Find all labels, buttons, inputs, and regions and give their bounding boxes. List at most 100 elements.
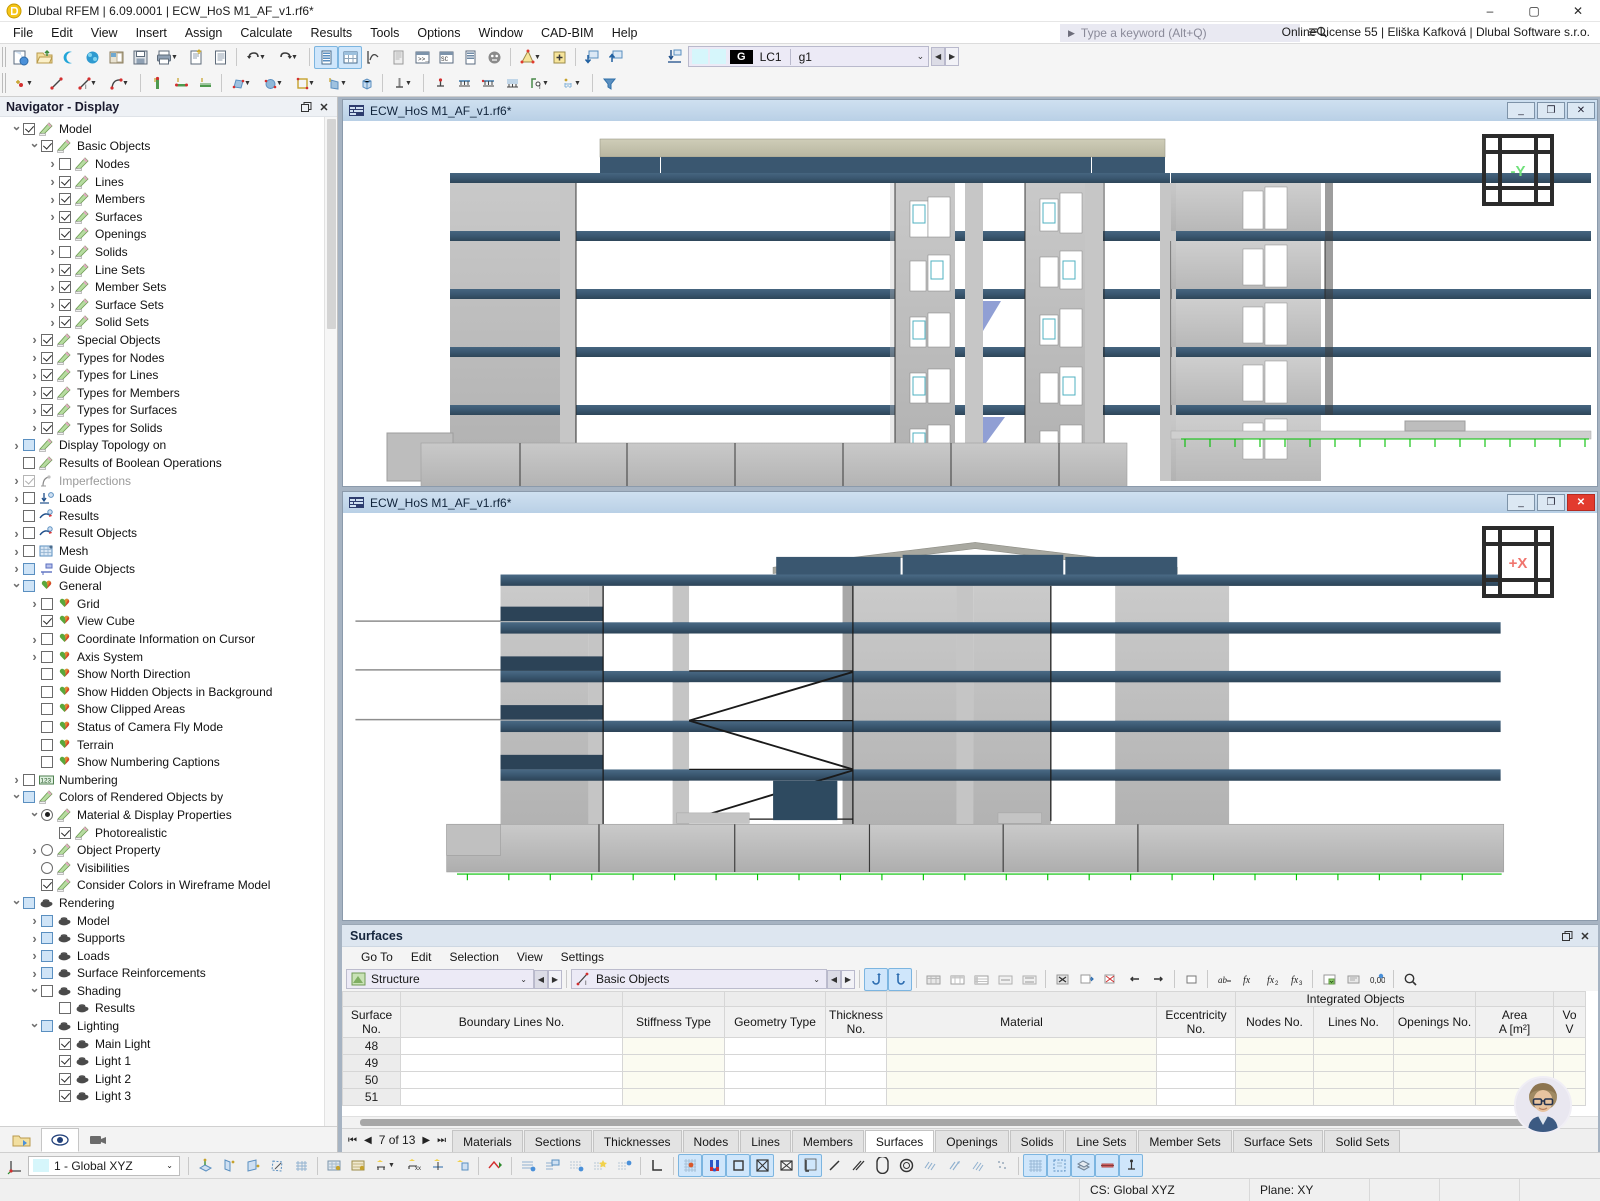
tree-expander[interactable] — [10, 562, 23, 575]
tree-item-light-1[interactable]: Light 1 — [0, 1052, 337, 1070]
print-preview-button[interactable] — [184, 46, 208, 69]
pager-last-button[interactable]: ⏭ — [437, 1135, 446, 1146]
cell-stiffness-type[interactable] — [622, 1054, 725, 1072]
cell-surface-no[interactable]: 51 — [342, 1088, 401, 1106]
col-nodes-no[interactable]: Nodes No. — [1235, 1006, 1314, 1038]
print-button[interactable]: ▼ — [152, 46, 184, 69]
tree-expander[interactable] — [28, 369, 41, 382]
table-blank-button[interactable] — [1179, 968, 1203, 991]
tree-item-types-for-solids[interactable]: Types for Solids — [0, 419, 337, 437]
tree-expander[interactable] — [28, 597, 41, 610]
display-selection-rect-toggle[interactable] — [1047, 1154, 1071, 1177]
script-button[interactable]: SC — [434, 46, 458, 69]
tree-item-results-of-boolean-operations[interactable]: Results of Boolean Operations — [0, 454, 337, 472]
display-member-toggle[interactable] — [1095, 1154, 1119, 1177]
tree-item-general[interactable]: General — [0, 577, 337, 595]
cell-stiffness-type[interactable] — [622, 1071, 725, 1089]
minimize-button[interactable]: – — [1468, 0, 1512, 22]
tree-item-result-objects[interactable]: Result Objects — [0, 525, 337, 543]
tab-thicknesses[interactable]: Thicknesses — [592, 1130, 682, 1152]
tree-checkbox[interactable] — [41, 351, 53, 364]
tree-checkbox[interactable] — [59, 298, 71, 311]
tree-checkbox[interactable] — [41, 703, 53, 716]
tree-expander[interactable] — [28, 932, 41, 945]
new-opening-button[interactable]: ▼ — [290, 72, 322, 95]
cell-lines-no[interactable] — [1313, 1071, 1394, 1089]
snap-cross-square-toggle[interactable] — [750, 1154, 774, 1177]
tree-checkbox[interactable] — [23, 545, 35, 558]
table-row[interactable]: 49 — [342, 1054, 1587, 1072]
tree-checkbox[interactable] — [59, 281, 71, 294]
tree-checkbox[interactable] — [41, 404, 53, 417]
tree-item-grid[interactable]: Grid — [0, 595, 337, 613]
new-member-set-button[interactable] — [169, 72, 193, 95]
tree-expander[interactable] — [28, 650, 41, 663]
tree-expander[interactable] — [10, 474, 23, 487]
export-button[interactable] — [604, 46, 628, 69]
tree-expander[interactable] — [28, 984, 41, 997]
cell-nodes-no[interactable] — [1235, 1071, 1314, 1089]
tree-item-solid-sets[interactable]: Solid Sets — [0, 314, 337, 332]
tree-expander[interactable] — [28, 633, 41, 646]
table-fx3-button[interactable]: fx 3 — [1284, 968, 1308, 991]
col-surface-no[interactable]: Surface No. — [342, 1006, 401, 1038]
table-columns-button[interactable] — [945, 968, 969, 991]
tree-item-view-cube[interactable]: View Cube — [0, 613, 337, 631]
snap-corner-toggle[interactable] — [798, 1154, 822, 1177]
view-cube-1[interactable]: -Y — [1481, 133, 1555, 207]
tree-expander[interactable] — [28, 386, 41, 399]
table-toggle-button[interactable] — [338, 45, 362, 69]
tree-item-main-light[interactable]: Main Light — [0, 1035, 337, 1053]
tree-expander[interactable] — [46, 157, 59, 170]
cell-surface-no[interactable]: 48 — [342, 1037, 401, 1055]
cell-stiffness-type[interactable] — [622, 1037, 725, 1055]
tab-surfaces[interactable]: Surfaces — [864, 1130, 935, 1152]
open-button[interactable] — [32, 46, 56, 69]
cell-material[interactable] — [886, 1088, 1157, 1106]
col-volume[interactable]: Vo V — [1553, 1006, 1587, 1038]
tree-item-display-topology-on[interactable]: Display Topology on — [0, 437, 337, 455]
printout-list-button[interactable] — [386, 46, 410, 69]
tree-checkbox[interactable] — [41, 650, 53, 663]
table-menu-edit[interactable]: Edit — [402, 949, 441, 965]
tree-checkbox[interactable] — [23, 791, 35, 804]
cell-lines-no[interactable] — [1313, 1037, 1394, 1055]
visibility-all-button[interactable] — [516, 1154, 540, 1177]
cell-geometry-type[interactable] — [724, 1088, 826, 1106]
tree-expander[interactable] — [46, 210, 59, 223]
workplane-yz-button[interactable] — [217, 1154, 241, 1177]
tree-expander[interactable] — [28, 914, 41, 927]
tree-checkbox[interactable] — [41, 756, 53, 769]
table-delete-row-button[interactable] — [1098, 968, 1122, 991]
snap-ray2-toggle[interactable] — [966, 1154, 990, 1177]
objects-prev-button[interactable]: ◀ — [827, 969, 841, 989]
tree-radio[interactable] — [41, 808, 53, 821]
col-boundary-lines-no[interactable]: Boundary Lines No. — [400, 1006, 623, 1038]
tree-checkbox[interactable] — [59, 1002, 71, 1015]
tree-item-model[interactable]: Model — [0, 120, 337, 138]
tree-item-shading[interactable]: Shading — [0, 982, 337, 1000]
tree-expander[interactable] — [46, 245, 59, 258]
dimension-button[interactable] — [483, 1154, 507, 1177]
tree-item-show-hidden-objects-in-background[interactable]: Show Hidden Objects in Background — [0, 683, 337, 701]
tree-checkbox[interactable] — [41, 932, 53, 945]
col-area[interactable]: Area A [m²] — [1475, 1006, 1555, 1038]
tree-expander[interactable] — [10, 545, 23, 558]
tree-checkbox[interactable] — [41, 615, 53, 628]
tree-expander[interactable] — [46, 193, 59, 206]
new-view-button[interactable] — [547, 46, 571, 69]
tree-item-visibilities[interactable]: Visibilities — [0, 859, 337, 877]
cloud-storage-button[interactable] — [56, 46, 80, 69]
tree-checkbox[interactable] — [23, 439, 35, 452]
snap-point-set-toggle[interactable] — [918, 1154, 942, 1177]
menu-tools[interactable]: Tools — [361, 24, 408, 42]
tree-item-types-for-members[interactable]: Types for Members — [0, 384, 337, 402]
viewport-close-button[interactable]: ✕ — [1567, 494, 1595, 511]
new-model-button[interactable] — [8, 46, 32, 69]
ortho-snap-button[interactable]: xx — [402, 1154, 426, 1177]
new-solid-set-button[interactable] — [354, 72, 378, 95]
new-support-button[interactable]: ▼ — [387, 72, 419, 95]
tree-item-show-north-direction[interactable]: Show North Direction — [0, 665, 337, 683]
toolbar-grip[interactable] — [2, 73, 7, 93]
tree-checkbox[interactable] — [41, 597, 53, 610]
